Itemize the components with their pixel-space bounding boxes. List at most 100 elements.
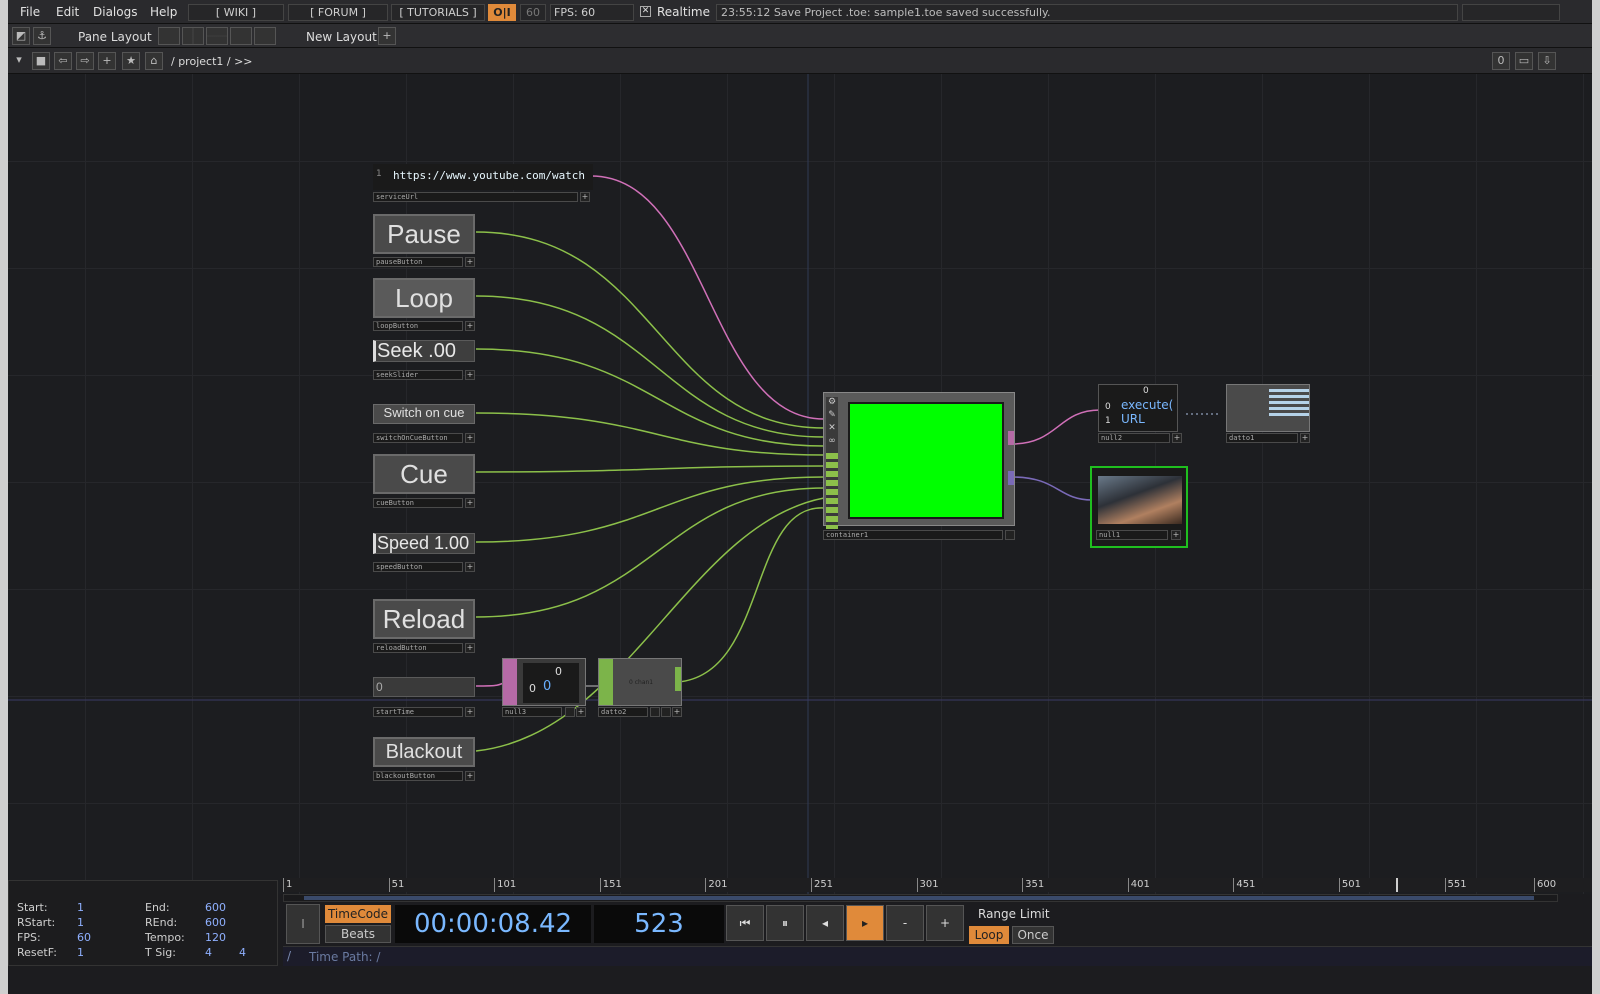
add-icon[interactable]: + [98, 52, 116, 70]
menu-help[interactable]: Help [150, 5, 177, 19]
wiki-button[interactable]: [ WIKI ] [188, 4, 284, 21]
blackout-button[interactable]: Blackout [373, 737, 475, 767]
pencil-icon[interactable]: ✎ [826, 410, 838, 423]
node-viewer-toggle[interactable]: + [576, 707, 586, 717]
null3-node[interactable]: 0 0 0 [502, 658, 586, 706]
oi-toggle[interactable]: O|I [488, 4, 516, 21]
node-label-pausebutton[interactable]: pauseButton [373, 257, 463, 267]
menu-dialogs[interactable]: Dialogs [93, 5, 137, 19]
start-time-field[interactable]: 0 [373, 677, 475, 697]
switch-on-cue-button[interactable]: Switch on cue [373, 404, 475, 424]
container1-input-connectors[interactable] [826, 453, 838, 529]
datto1-node[interactable] [1226, 384, 1310, 432]
time-path-slash[interactable]: / [287, 949, 291, 963]
loop-button[interactable]: Loop [373, 278, 475, 318]
timecode-mode-button[interactable]: TimeCode [325, 905, 391, 923]
node-label-switchoncue[interactable]: switchOnCueButton [373, 433, 463, 443]
home-icon[interactable]: ⌂ [145, 52, 163, 70]
node-viewer-toggle[interactable]: + [465, 257, 475, 267]
node-bypass-toggle[interactable] [650, 707, 660, 717]
layout-quad-icon[interactable] [254, 27, 276, 45]
node-label-serviceurl[interactable]: serviceUrl [373, 192, 578, 202]
timeline-toggle[interactable]: I [286, 904, 320, 944]
frame-display[interactable]: 523 [594, 905, 724, 943]
node-label-container1[interactable]: container1 [823, 530, 1003, 540]
cue-button[interactable]: Cue [373, 454, 475, 494]
beats-mode-button[interactable]: Beats [325, 925, 391, 943]
path-index[interactable]: 0 [1492, 52, 1510, 70]
close-icon[interactable]: ✕ [826, 423, 838, 436]
image-pane-icon[interactable]: ◩ [12, 27, 30, 45]
node-viewer-toggle[interactable]: + [1172, 433, 1182, 443]
container1-output-purple[interactable] [1008, 471, 1014, 485]
node-label-reloadbutton[interactable]: reloadButton [373, 643, 463, 653]
node-viewer-toggle[interactable]: + [465, 370, 475, 380]
node-lock-toggle[interactable] [661, 707, 671, 717]
slower-button[interactable]: - [886, 905, 924, 941]
gear-icon[interactable]: ⚙ [826, 397, 838, 410]
layout-single-icon[interactable] [158, 27, 180, 45]
node-viewer-toggle[interactable]: + [465, 643, 475, 653]
pause-icon[interactable]: ⏸ [766, 905, 804, 941]
faster-button[interactable]: + [926, 905, 964, 941]
menu-file[interactable]: File [20, 5, 40, 19]
node-label-null1[interactable]: null1 [1096, 530, 1168, 540]
play-icon[interactable]: ▸ [846, 905, 884, 941]
forum-button[interactable]: [ FORUM ] [288, 4, 388, 21]
tutorials-button[interactable]: [ TUTORIALS ] [391, 4, 485, 21]
datto2-node[interactable]: 0 chan1 [598, 658, 682, 706]
link-icon[interactable]: ∞ [826, 436, 838, 449]
breadcrumb[interactable]: / project1 / >> [171, 55, 253, 68]
node-label-loopbutton[interactable]: loopButton [373, 321, 463, 331]
seek-slider[interactable]: Seek .00 [373, 340, 475, 362]
once-mode-button[interactable]: Once [1012, 926, 1054, 944]
node-label-null3[interactable]: null3 [502, 707, 562, 717]
timecode-display[interactable]: 00:00:08.42 [395, 905, 591, 943]
network-pane-icon[interactable]: ⚓ [33, 27, 51, 45]
step-back-icon[interactable]: ◂ [806, 905, 844, 941]
null3-input-ports[interactable] [503, 659, 517, 705]
realtime-checkbox[interactable]: ✕ [640, 6, 651, 17]
node-viewer-toggle[interactable]: + [580, 192, 590, 202]
node-viewer-toggle[interactable]: + [465, 321, 475, 331]
node-viewer-toggle[interactable]: + [465, 707, 475, 717]
menu-edit[interactable]: Edit [56, 5, 79, 19]
node-viewer-toggle[interactable]: + [672, 707, 682, 717]
node-label-speedbutton[interactable]: speedButton [373, 562, 463, 572]
star-icon[interactable]: ★ [122, 52, 140, 70]
skip-back-icon[interactable]: ⏮ [726, 905, 764, 941]
datto2-input-ports[interactable] [599, 659, 613, 705]
pause-button[interactable]: Pause [373, 214, 475, 254]
node-label-seekslider[interactable]: seekSlider [373, 370, 463, 380]
speed-field[interactable]: Speed 1.00 [373, 533, 475, 554]
node-viewer-toggle[interactable]: + [465, 498, 475, 508]
back-icon[interactable]: ⇦ [54, 52, 72, 70]
network-editor[interactable]: 1 https://www.youtube.com/watch serviceU… [8, 74, 1592, 894]
node-label-datto2[interactable]: datto2 [598, 707, 648, 717]
node-label-starttime[interactable]: startTime [373, 707, 463, 717]
layout-three-icon[interactable] [230, 27, 252, 45]
node-viewer-toggle[interactable]: + [1300, 433, 1310, 443]
node-viewer-toggle[interactable]: + [1171, 530, 1181, 540]
download-icon[interactable]: ⇩ [1538, 52, 1556, 70]
loop-mode-button[interactable]: Loop [969, 926, 1009, 944]
container1-output-pink[interactable] [1008, 431, 1014, 445]
service-url-node[interactable]: 1 https://www.youtube.com/watch [373, 164, 593, 190]
reload-button[interactable]: Reload [373, 599, 475, 639]
node-viewer-toggle[interactable] [1005, 530, 1015, 540]
node-label-cuebutton[interactable]: cueButton [373, 498, 463, 508]
chevron-down-icon[interactable]: ▾ [10, 52, 28, 70]
layout-split-h-icon[interactable] [206, 27, 228, 45]
node-bypass-toggle[interactable] [565, 707, 575, 717]
stop-icon[interactable]: ■ [32, 52, 50, 70]
container1-ports[interactable]: ⚙ ✎ ✕ ∞ [826, 397, 838, 529]
node-viewer-toggle[interactable]: + [465, 771, 475, 781]
maximize-icon[interactable]: ▭ [1515, 52, 1533, 70]
forward-icon[interactable]: ⇨ [76, 52, 94, 70]
fps-target-field[interactable]: 60 [520, 4, 546, 21]
layout-split-v-icon[interactable] [182, 27, 204, 45]
node-label-null2[interactable]: null2 [1098, 433, 1170, 443]
null2-node[interactable]: 0 0 execute( 1 URL [1098, 384, 1178, 432]
node-label-datto1[interactable]: datto1 [1226, 433, 1298, 443]
node-viewer-toggle[interactable]: + [465, 562, 475, 572]
